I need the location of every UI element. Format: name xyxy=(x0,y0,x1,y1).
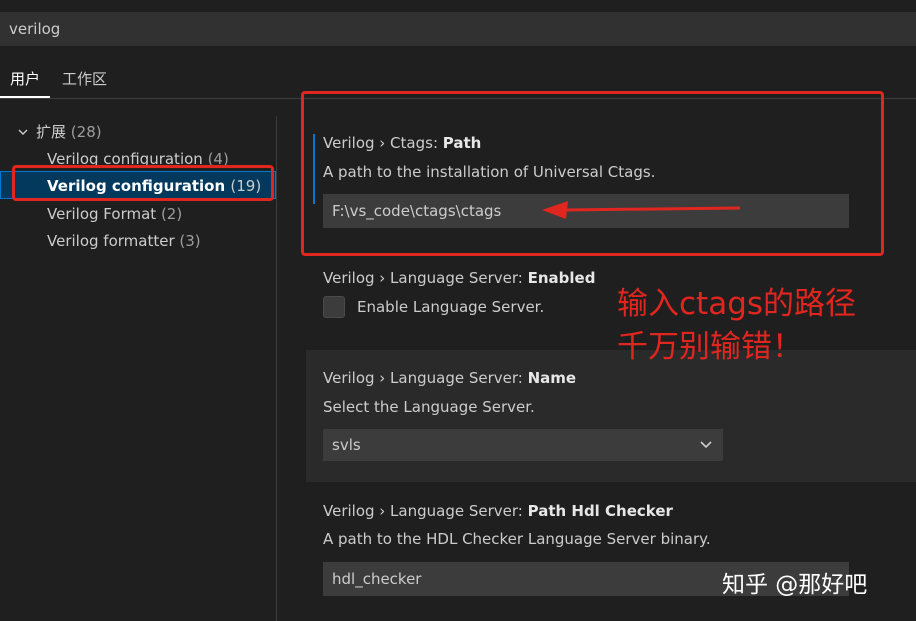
setting-hdl-checker-path: Verilog › Language Server: Path Hdl Chec… xyxy=(306,486,916,621)
active-tab-indicator xyxy=(0,96,50,98)
annotation-text: 输入ctags的路径 千万别输错！ xyxy=(617,286,857,365)
toc-item-verilog-formatter[interactable]: Verilog formatter (3) xyxy=(47,232,201,250)
setting-title: Verilog › Language Server: Enabled xyxy=(323,269,596,287)
toc-item-label: Verilog formatter xyxy=(47,232,175,250)
setting-title: Verilog › Language Server: Path Hdl Chec… xyxy=(323,502,673,520)
toc-group-extensions[interactable]: 扩展 (28) xyxy=(18,121,102,142)
annotation-highlight-box xyxy=(301,91,884,256)
toc-item-count: (2) xyxy=(160,205,183,223)
language-server-select[interactable]: svls xyxy=(323,429,723,461)
annotation-highlight-box xyxy=(12,165,274,201)
toc-group-label: 扩展 xyxy=(36,123,67,141)
tab-workspace[interactable]: 工作区 xyxy=(62,68,107,89)
settings-search-input[interactable]: verilog xyxy=(0,12,916,46)
checkbox-label: Enable Language Server. xyxy=(357,298,545,316)
chevron-down-icon xyxy=(700,441,712,449)
tab-user[interactable]: 用户 xyxy=(10,68,40,89)
select-value: svls xyxy=(332,436,361,454)
watermark: 知乎 @那好吧 xyxy=(722,572,868,598)
toc-divider xyxy=(276,116,277,621)
toc-group-count: (28) xyxy=(70,123,102,141)
setting-description: Select the Language Server. xyxy=(323,398,535,416)
setting-title: Verilog › Language Server: Name xyxy=(323,369,577,387)
setting-language-server-name: Verilog › Language Server: Name Select t… xyxy=(306,350,916,482)
chevron-down-icon xyxy=(18,129,28,135)
annotation-arrow-icon xyxy=(542,201,741,219)
setting-description: A path to the HDL Checker Language Serve… xyxy=(323,530,711,548)
toc-item-label: Verilog Format xyxy=(47,205,157,223)
enable-language-server-checkbox[interactable] xyxy=(323,296,345,318)
toc-item-count: (3) xyxy=(179,232,201,250)
toc-item-verilog-format[interactable]: Verilog Format (2) xyxy=(47,205,182,223)
